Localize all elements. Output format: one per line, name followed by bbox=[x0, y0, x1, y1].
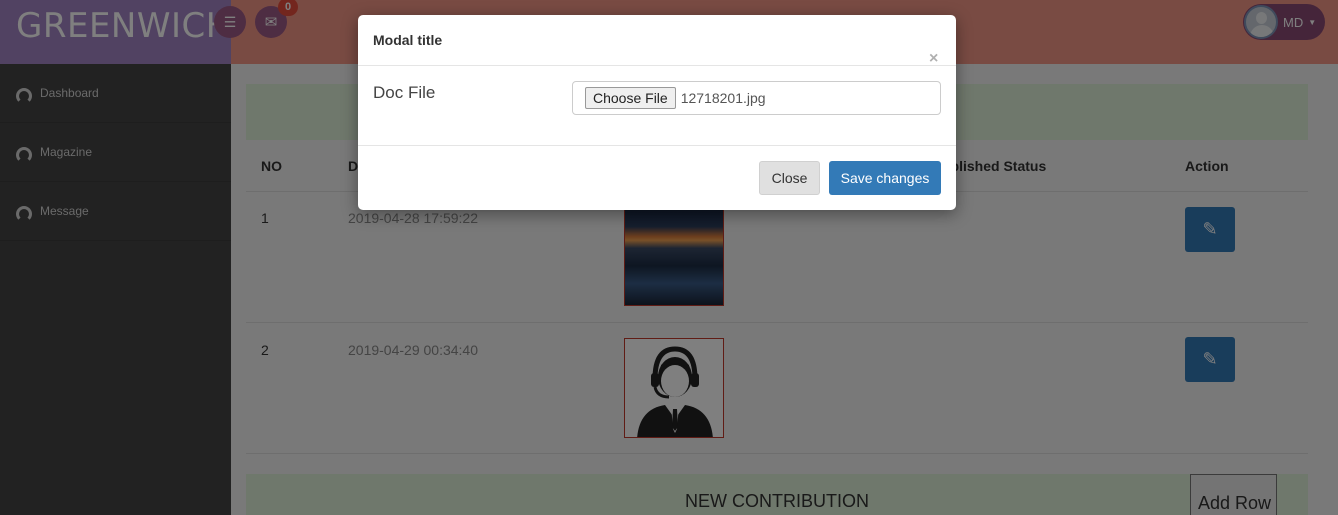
save-changes-button[interactable]: Save changes bbox=[829, 161, 941, 195]
close-icon[interactable]: × bbox=[929, 50, 938, 68]
divider bbox=[358, 145, 956, 146]
modal-title: Modal title bbox=[373, 32, 443, 48]
doc-file-input[interactable]: Choose File 12718201.jpg bbox=[572, 81, 941, 115]
upload-modal: Modal title × Doc File Choose File 12718… bbox=[358, 15, 956, 210]
doc-file-label: Doc File bbox=[373, 83, 436, 102]
choose-file-button[interactable]: Choose File bbox=[585, 87, 676, 109]
modal-header: Modal title × bbox=[358, 15, 956, 68]
close-button[interactable]: Close bbox=[759, 161, 820, 195]
selected-file-name: 12718201.jpg bbox=[680, 90, 766, 106]
